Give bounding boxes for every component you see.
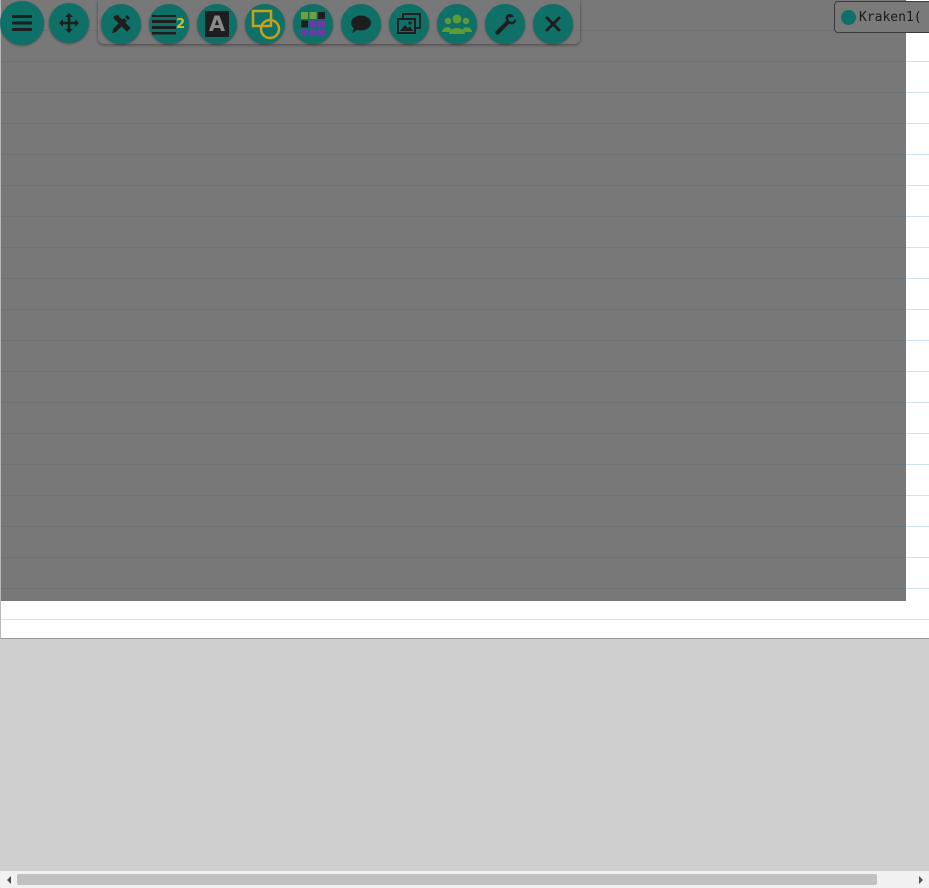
move-arrows-icon <box>59 13 79 33</box>
user-status-dot <box>841 9 856 25</box>
move-button[interactable] <box>49 3 89 43</box>
text-a-glyph: A <box>208 11 226 36</box>
scroll-left-button[interactable] <box>0 871 17 888</box>
arrow-right-icon <box>918 875 923 884</box>
shapes-icon <box>251 9 281 40</box>
modal-overlay[interactable] <box>1 0 906 601</box>
pencil-button[interactable] <box>101 4 141 44</box>
settings-button[interactable] <box>485 4 525 44</box>
text-a-icon: A <box>205 11 229 37</box>
menu-button[interactable] <box>0 1 44 45</box>
line-width-button[interactable]: 2 <box>149 4 189 44</box>
images-icon <box>397 13 421 34</box>
text-button[interactable]: A <box>197 4 237 44</box>
app-root: 2 A Kraken1( <box>0 0 929 888</box>
user-name: Kraken1( <box>859 9 922 25</box>
close-x-icon <box>545 16 561 32</box>
images-button[interactable] <box>389 4 429 44</box>
pencil-ruler-icon <box>112 14 131 33</box>
scrollbar-thumb[interactable] <box>17 874 877 885</box>
horizontal-scrollbar[interactable] <box>0 871 929 888</box>
color-grid-icon <box>301 12 325 36</box>
shapes-button[interactable] <box>245 4 285 44</box>
users-group-icon <box>442 14 472 34</box>
wrench-icon <box>495 13 516 35</box>
colors-button[interactable] <box>293 4 333 44</box>
users-button[interactable] <box>437 4 477 44</box>
hamburger-menu-icon <box>12 15 32 31</box>
chat-button[interactable] <box>341 4 381 44</box>
arrow-left-icon <box>6 875 11 884</box>
chat-bubble-icon <box>351 15 371 33</box>
close-button[interactable] <box>533 4 573 44</box>
user-tag[interactable]: Kraken1( <box>834 1 929 33</box>
scroll-right-button[interactable] <box>912 871 929 888</box>
line-width-badge: 2 <box>176 17 186 32</box>
